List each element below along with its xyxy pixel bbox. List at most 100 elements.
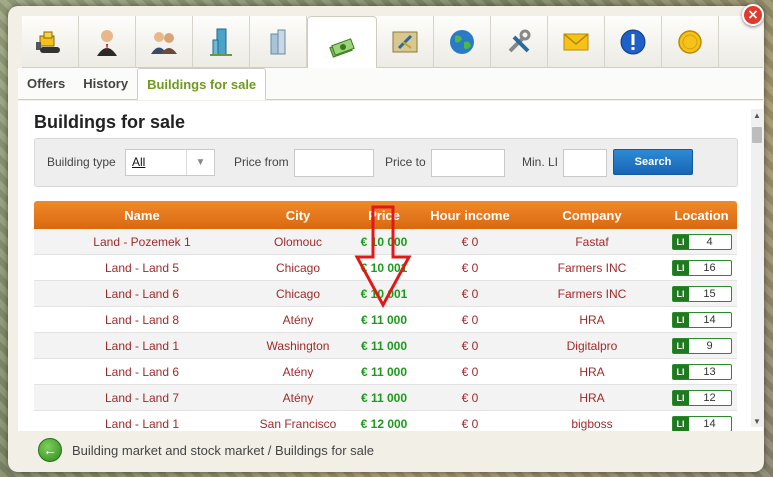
map-icon xyxy=(392,31,418,53)
table-row[interactable]: Land - Land 6 Chicago € 10 001 € 0 Farme… xyxy=(34,281,737,307)
tool-settings[interactable] xyxy=(491,16,548,68)
location-badge: LI 14 xyxy=(671,311,732,328)
li-badge: LI xyxy=(672,286,689,301)
scroll-up-icon[interactable]: ▲ xyxy=(751,109,763,121)
cell-income: € 0 xyxy=(461,416,479,431)
location-value: 15 xyxy=(703,287,716,300)
cell-name[interactable]: Land - Land 7 xyxy=(34,385,250,410)
breadcrumb: Building market and stock market / Build… xyxy=(72,442,375,458)
col-location[interactable]: Location xyxy=(666,201,737,229)
tool-bulldozer[interactable] xyxy=(22,16,79,68)
scroll-down-icon[interactable]: ▼ xyxy=(751,415,763,427)
col-company[interactable]: Company xyxy=(518,201,666,229)
cell-company[interactable]: HRA xyxy=(518,307,666,332)
cell-price: € 11 000 xyxy=(360,312,408,327)
cell-company[interactable]: bigboss xyxy=(518,411,666,431)
coin-icon xyxy=(678,30,702,54)
cell-name[interactable]: Land - Pozemek 1 xyxy=(34,229,250,254)
cell-name[interactable]: Land - Land 1 xyxy=(34,411,250,431)
price-from-label: Price from xyxy=(234,155,289,169)
price-from-input[interactable] xyxy=(294,149,374,177)
cell-income: € 0 xyxy=(461,364,479,379)
table-row[interactable]: Land - Land 5 Chicago € 10 001 € 0 Farme… xyxy=(34,255,737,281)
cell-name[interactable]: Land - Land 6 xyxy=(34,281,250,306)
cell-company[interactable]: Farmers INC xyxy=(518,255,666,280)
li-badge: LI xyxy=(672,416,689,431)
tool-mail[interactable] xyxy=(548,16,605,68)
table-row[interactable]: Land - Pozemek 1 Olomouc € 10 000 € 0 Fa… xyxy=(34,229,737,255)
tool-people[interactable] xyxy=(136,16,193,68)
col-name[interactable]: Name xyxy=(34,201,250,229)
cell-income: € 0 xyxy=(461,338,479,353)
li-badge: LI xyxy=(672,390,689,405)
location-badge: LI 15 xyxy=(671,285,732,302)
cell-location: LI 9 xyxy=(666,333,737,358)
cell-name[interactable]: Land - Land 1 xyxy=(34,333,250,358)
tool-coins[interactable] xyxy=(662,16,719,68)
cell-income: € 0 xyxy=(461,234,479,249)
cell-name[interactable]: Land - Land 8 xyxy=(34,307,250,332)
tab-offers[interactable]: Offers xyxy=(18,69,74,99)
cell-company[interactable]: HRA xyxy=(518,385,666,410)
price-to-label: Price to xyxy=(385,155,426,169)
cell-location: LI 12 xyxy=(666,385,737,410)
icon-toolbar xyxy=(22,16,763,74)
tool-map[interactable] xyxy=(377,16,434,68)
cell-company[interactable]: Fastaf xyxy=(518,229,666,254)
cell-name[interactable]: Land - Land 5 xyxy=(34,255,250,280)
tab-history[interactable]: History xyxy=(74,69,137,99)
cell-company[interactable]: Farmers INC xyxy=(518,281,666,306)
table-header: Name City Price Hour income Company Loca… xyxy=(34,201,737,229)
businessman-icon xyxy=(97,30,117,56)
table-row[interactable]: Land - Land 6 Atény € 11 000 € 0 HRA LI 1… xyxy=(34,359,737,385)
table-row[interactable]: Land - Land 1 Washington € 11 000 € 0 Di… xyxy=(34,333,737,359)
content-panel: Buildings for sale Building type All ▼ P… xyxy=(18,101,763,431)
bulldozer-icon xyxy=(36,31,60,53)
skyscraper-icon xyxy=(210,28,232,56)
cell-location: LI 13 xyxy=(666,359,737,384)
table-row[interactable]: Land - Land 8 Atény € 11 000 € 0 HRA LI 1… xyxy=(34,307,737,333)
table-row[interactable]: Land - Land 7 Atény € 11 000 € 0 HRA LI 1… xyxy=(34,385,737,411)
vertical-scrollbar[interactable]: ▲ ▼ xyxy=(751,109,763,427)
building-type-select[interactable]: All ▼ xyxy=(125,149,215,176)
footer-bar: ← Building market and stock market / Bui… xyxy=(18,431,763,469)
tool-globe[interactable] xyxy=(434,16,491,68)
chevron-down-icon[interactable]: ▼ xyxy=(186,150,214,175)
min-li-input[interactable] xyxy=(563,149,607,177)
tool-skyscraper[interactable] xyxy=(193,16,250,68)
subtab-bar: Offers History Buildings for sale xyxy=(18,68,763,100)
close-button[interactable]: × xyxy=(742,4,764,26)
cell-price: € 11 000 xyxy=(360,338,408,353)
col-hour-income[interactable]: Hour income xyxy=(422,201,518,229)
tab-buildings-for-sale[interactable]: Buildings for sale xyxy=(137,68,267,100)
price-to-input[interactable] xyxy=(431,149,505,177)
location-badge: LI 12 xyxy=(671,389,732,406)
cell-price: € 10 001 xyxy=(360,286,408,301)
cell-location: LI 16 xyxy=(666,255,737,280)
tool-money-market[interactable] xyxy=(307,16,377,74)
col-price[interactable]: Price xyxy=(346,201,422,229)
tool-buildings[interactable] xyxy=(250,16,307,68)
table-row[interactable]: Land - Land 1 San Francisco € 12 000 € 0… xyxy=(34,411,737,431)
location-value: 16 xyxy=(703,261,716,274)
col-city[interactable]: City xyxy=(250,201,346,229)
cell-name[interactable]: Land - Land 6 xyxy=(34,359,250,384)
cell-company[interactable]: Digitalpro xyxy=(518,333,666,358)
cell-city: Atény xyxy=(282,312,314,327)
li-badge: LI xyxy=(672,364,689,379)
cell-income: € 0 xyxy=(461,260,479,275)
cell-location: LI 4 xyxy=(666,229,737,254)
cell-location: LI 15 xyxy=(666,281,737,306)
location-value: 9 xyxy=(706,339,713,352)
search-button[interactable]: Search xyxy=(613,149,693,175)
scroll-thumb[interactable] xyxy=(752,127,762,143)
min-li-label: Min. LI xyxy=(522,155,559,169)
cell-company[interactable]: HRA xyxy=(518,359,666,384)
tool-info[interactable] xyxy=(605,16,662,68)
filter-bar: Building type All ▼ Price from Price to … xyxy=(34,138,738,187)
buildings-icon xyxy=(270,29,286,55)
tool-businessman[interactable] xyxy=(79,16,136,68)
location-badge: LI 16 xyxy=(671,259,732,276)
cell-price: € 10 000 xyxy=(360,234,408,249)
back-arrow-icon[interactable]: ← xyxy=(38,438,62,462)
